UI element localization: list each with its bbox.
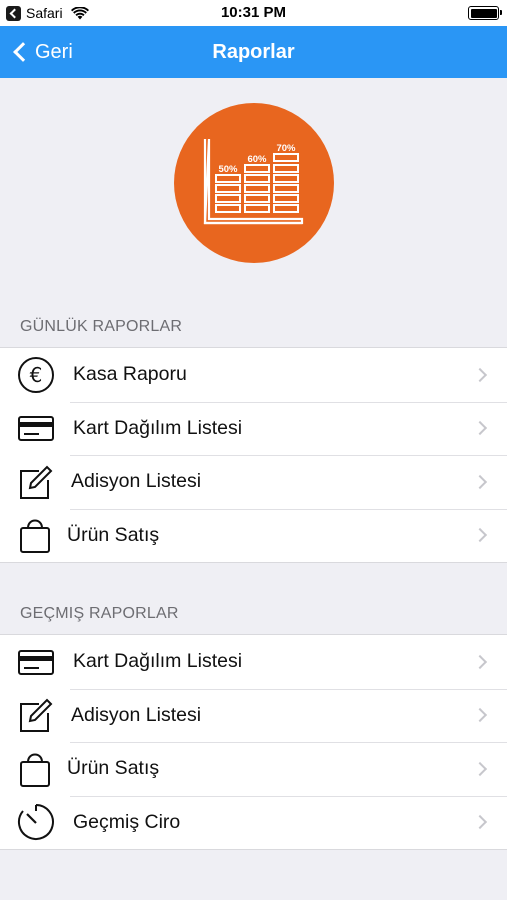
chevron-right-icon bbox=[472, 761, 488, 776]
back-button-label: Geri bbox=[35, 40, 73, 63]
chevron-right-icon bbox=[472, 474, 488, 489]
euro-icon: € bbox=[17, 356, 55, 394]
bar-chart-icon: 50% 60% 70% bbox=[203, 138, 304, 225]
list-item-label: Kart Dağılım Listesi bbox=[73, 650, 243, 673]
chevron-right-icon bbox=[472, 421, 488, 436]
chevron-right-icon bbox=[472, 528, 488, 543]
bar-label-1: 50% bbox=[218, 164, 238, 175]
list-item-label: Ürün Satış bbox=[67, 523, 160, 546]
edit-icon bbox=[17, 463, 55, 501]
list-item-label: Kart Dağılım Listesi bbox=[73, 416, 243, 439]
section-header-past: GEÇMIŞ RAPORLAR bbox=[20, 605, 179, 622]
battery-icon bbox=[468, 6, 502, 20]
back-button[interactable]: Geri bbox=[10, 26, 73, 78]
list-item-label: Ürün Satış bbox=[67, 757, 160, 780]
credit-card-icon bbox=[17, 643, 55, 681]
list-item-kart-dagilim-past[interactable]: Kart Dağılım Listesi bbox=[0, 635, 507, 689]
chevron-right-icon bbox=[472, 654, 488, 669]
list-item-urun-satis-past[interactable]: Ürün Satış bbox=[0, 742, 507, 796]
navigation-bar: Geri Raporlar bbox=[0, 26, 507, 78]
daily-reports-list: € Kasa Raporu Kart Dağılım Listesi Adisy… bbox=[0, 347, 507, 563]
status-clock: 10:31 PM bbox=[220, 4, 287, 21]
list-item-label: Adisyon Listesi bbox=[71, 703, 202, 726]
list-item-adisyon[interactable]: Adisyon Listesi bbox=[0, 455, 507, 509]
list-item-kasa-raporu[interactable]: € Kasa Raporu bbox=[0, 348, 507, 402]
list-item-urun-satis[interactable]: Ürün Satış bbox=[0, 508, 507, 563]
shopping-bag-icon bbox=[17, 516, 55, 554]
reports-hero-icon: 50% 60% 70% bbox=[174, 103, 334, 263]
bar-label-3: 70% bbox=[276, 143, 296, 154]
bar-label-2: 60% bbox=[247, 154, 267, 165]
edit-icon bbox=[17, 696, 55, 734]
credit-card-icon bbox=[17, 409, 55, 447]
list-item-gecmis-ciro[interactable]: Geçmiş Ciro bbox=[0, 795, 507, 850]
shopping-bag-icon bbox=[17, 750, 55, 788]
chevron-right-icon bbox=[472, 815, 488, 830]
page-title: Raporlar bbox=[212, 41, 295, 63]
section-header-daily: GÜNLÜK RAPORLAR bbox=[20, 318, 183, 335]
list-item-label: Geçmiş Ciro bbox=[73, 810, 181, 833]
list-item-label: Adisyon Listesi bbox=[71, 470, 202, 493]
list-item-kart-dagilim[interactable]: Kart Dağılım Listesi bbox=[0, 401, 507, 456]
timer-icon bbox=[17, 803, 55, 841]
chevron-right-icon bbox=[472, 708, 488, 723]
svg-text:€: € bbox=[30, 363, 43, 387]
past-reports-list: Kart Dağılım Listesi Adisyon Listesi Ürü… bbox=[0, 634, 507, 850]
chevron-left-icon bbox=[13, 42, 33, 62]
list-item-adisyon-past[interactable]: Adisyon Listesi bbox=[0, 688, 507, 743]
chevron-right-icon bbox=[472, 367, 488, 382]
status-bar: Safari 10:31 PM bbox=[0, 0, 507, 26]
list-item-label: Kasa Raporu bbox=[73, 363, 187, 386]
